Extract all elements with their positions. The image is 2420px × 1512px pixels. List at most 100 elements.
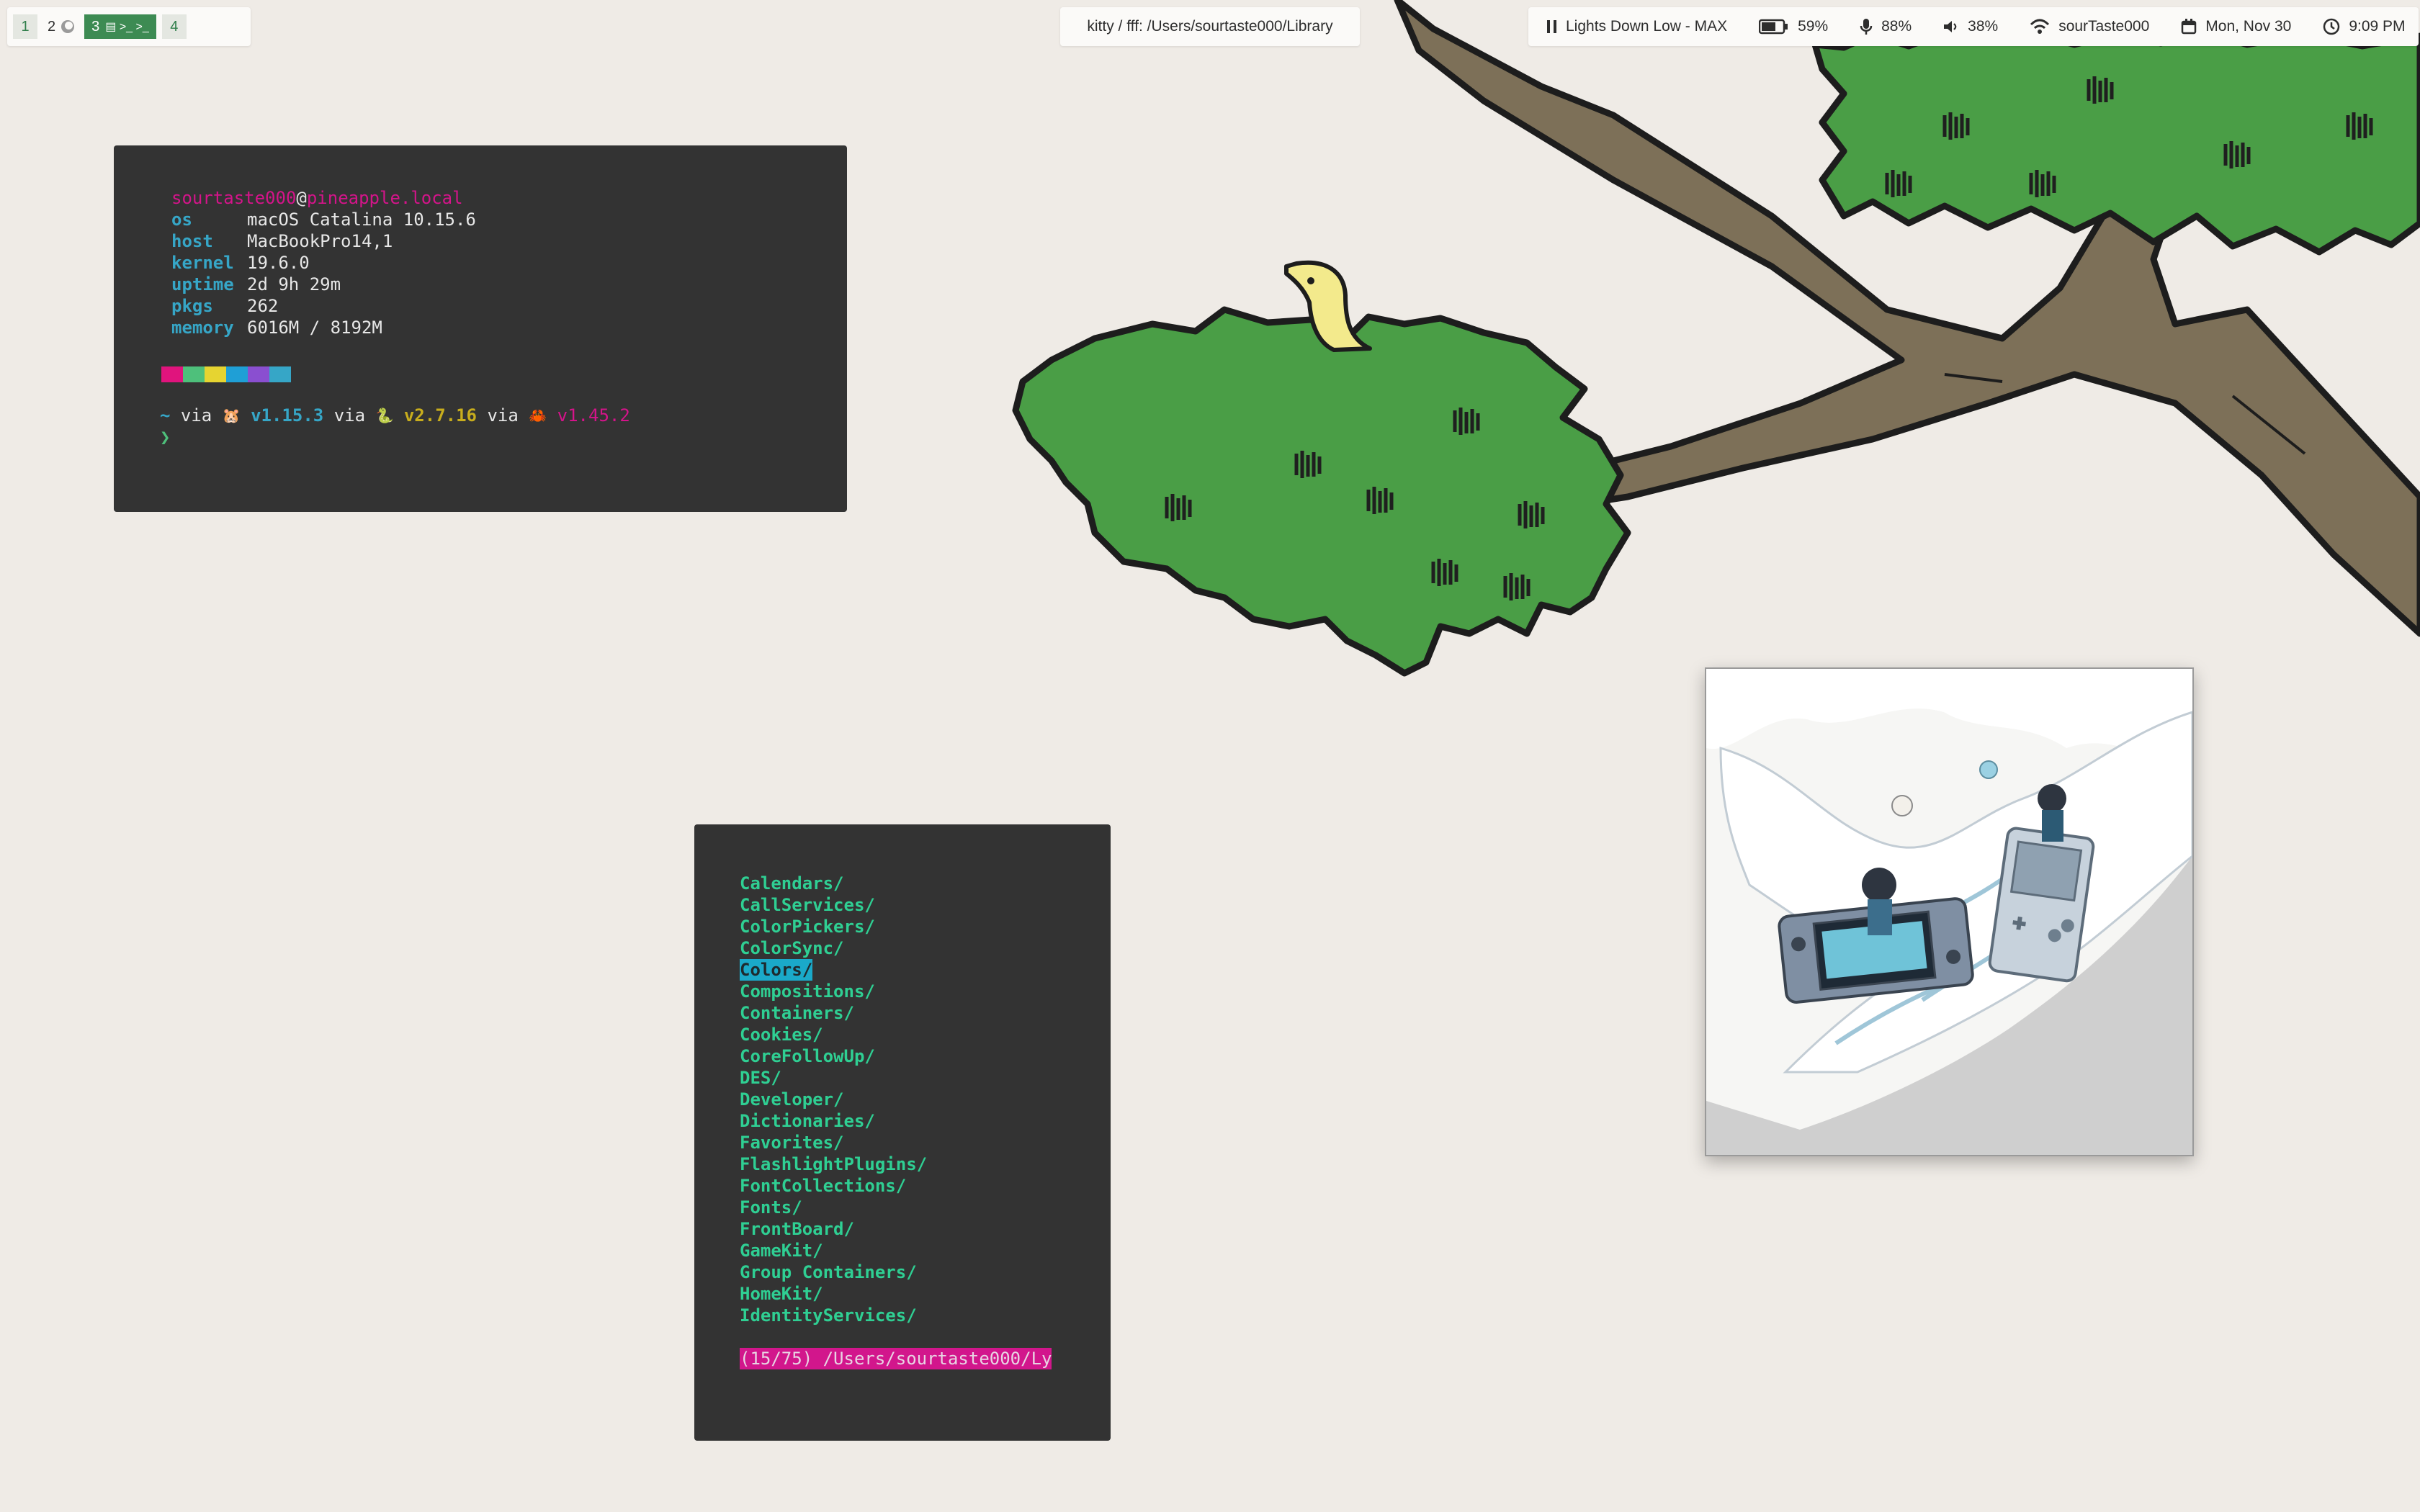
directory-list: Calendars/ CallServices/ ColorPickers/ C… [740, 873, 1052, 1369]
speaker-icon [1944, 21, 1957, 32]
list-item[interactable]: FontCollections/ [740, 1175, 1052, 1197]
workspace-1[interactable]: 1 [13, 14, 37, 39]
list-item[interactable]: CallServices/ [740, 894, 1052, 916]
fetch-value: MacBookPro14,1 [247, 231, 393, 251]
clock-icon [2323, 18, 2340, 35]
list-item[interactable]: Compositions/ [740, 981, 1052, 1002]
image-viewer-window[interactable] [1705, 667, 2194, 1156]
list-item[interactable]: Group Containers/ [740, 1261, 1052, 1283]
fetch-row: os macOS Catalina 10.15.6 [171, 209, 476, 230]
volume-value: 38% [1968, 18, 1999, 35]
list-item[interactable]: DES/ [740, 1067, 1052, 1089]
directory-entry: CallServices/ [740, 895, 875, 915]
palette-swatch [226, 366, 248, 382]
fetch-key: pkgs [171, 296, 213, 316]
list-item[interactable]: Containers/ [740, 1002, 1052, 1024]
battery-status[interactable]: 59% [1759, 18, 1828, 35]
palette-swatch [161, 366, 183, 382]
color-palette [161, 366, 291, 382]
wifi-icon [2030, 19, 2050, 34]
palette-swatch [205, 366, 226, 382]
wifi-status[interactable]: sourTaste000 [2030, 18, 2149, 35]
moon-icon [61, 20, 75, 33]
directory-entry: Cookies/ [740, 1025, 823, 1045]
fetch-row: memory 6016M / 8192M [171, 317, 476, 338]
calendar-icon [2182, 19, 2197, 35]
directory-entry: Containers/ [740, 1003, 854, 1023]
music-status[interactable]: Lights Down Low - MAX [1547, 18, 1727, 35]
fff-status-line: (15/75) /Users/sourtaste000/Ly [740, 1348, 1052, 1369]
directory-entry: FlashlightPlugins/ [740, 1154, 928, 1174]
list-item[interactable]: FrontBoard/ [740, 1218, 1052, 1240]
list-item[interactable]: Calendars/ [740, 873, 1052, 894]
go-version: v1.15.3 [251, 405, 324, 426]
directory-entry: CoreFollowUp/ [740, 1046, 875, 1066]
workspace-2-label: 2 [48, 18, 56, 35]
window-title: kitty / fff: /Users/sourtaste000/Library [1087, 18, 1333, 35]
battery-value: 59% [1798, 18, 1829, 35]
list-item[interactable]: FlashlightPlugins/ [740, 1153, 1052, 1175]
directory-entry: Group Containers/ [740, 1262, 917, 1282]
directory-entry: FrontBoard/ [740, 1219, 854, 1239]
hostname: pineapple.local [306, 188, 463, 208]
directory-entry: GameKit/ [740, 1241, 823, 1261]
directory-entry: IdentityServices/ [740, 1305, 917, 1326]
list-item[interactable]: IdentityServices/ [740, 1305, 1052, 1326]
list-item[interactable]: Fonts/ [740, 1197, 1052, 1218]
fetch-value: 2d 9h 29m [247, 274, 341, 294]
list-item[interactable]: HomeKit/ [740, 1283, 1052, 1305]
directory-entry: HomeKit/ [740, 1284, 823, 1304]
list-item-selected[interactable]: Colors/ [740, 959, 1052, 981]
directory-entry: Colors/ [740, 959, 813, 981]
workspace-4[interactable]: 4 [161, 14, 187, 39]
clock-status[interactable]: 9:09 PM [2323, 18, 2406, 35]
list-item[interactable]: ColorPickers/ [740, 916, 1052, 937]
fetch-key: host [171, 231, 213, 251]
fetch-terminal-window[interactable]: sourtaste000 @ pineapple.local os macOS Cat… [114, 145, 847, 512]
fff-file-manager-window[interactable]: Calendars/ CallServices/ ColorPickers/ C… [694, 824, 1111, 1441]
list-item[interactable]: ColorSync/ [740, 937, 1052, 959]
workspace-3[interactable]: 3 ▤ >_ >_ [84, 14, 156, 39]
at-sign: @ [296, 188, 307, 208]
directory-entry: Calendars/ [740, 873, 844, 894]
mic-value: 88% [1881, 18, 1912, 35]
list-item[interactable]: Dictionaries/ [740, 1110, 1052, 1132]
fetch-row: kernel 19.6.0 [171, 252, 476, 274]
rust-version: v1.45.2 [557, 405, 630, 426]
list-item[interactable]: Cookies/ [740, 1024, 1052, 1045]
battery-icon [1759, 19, 1788, 35]
fetch-row: host MacBookPro14,1 [171, 230, 476, 252]
music-title: Lights Down Low - MAX [1566, 18, 1728, 35]
directory-entry: Compositions/ [740, 981, 875, 1002]
anime-artwork [1706, 669, 2192, 1155]
pause-icon [1547, 20, 1556, 33]
list-item[interactable]: GameKit/ [740, 1240, 1052, 1261]
fetch-value: macOS Catalina 10.15.6 [247, 210, 476, 230]
workspace-4-label: 4 [170, 18, 179, 35]
prompt-cursor: ❯ [160, 427, 171, 447]
shell-prompt: ~ via 🐹 v1.15.3 via 🐍 v2.7.16 via 🦀 v1.4… [160, 405, 630, 426]
prompt-line[interactable]: ❯ [160, 426, 630, 448]
directory-entry: ColorSync/ [740, 938, 844, 958]
fetch-value: 6016M / 8192M [247, 318, 382, 338]
fetch-value: 19.6.0 [247, 253, 310, 273]
list-item[interactable]: Developer/ [740, 1089, 1052, 1110]
palette-swatch [183, 366, 205, 382]
python-icon: 🐍 [375, 407, 394, 424]
fetch-value: 262 [247, 296, 279, 316]
volume-status[interactable]: 38% [1943, 18, 1998, 35]
directory-entry: ColorPickers/ [740, 917, 875, 937]
palette-swatch [269, 366, 291, 382]
date-status[interactable]: Mon, Nov 30 [2181, 18, 2291, 35]
list-item[interactable]: CoreFollowUp/ [740, 1045, 1052, 1067]
crab-icon: 🦀 [529, 407, 547, 424]
mic-status[interactable]: 88% [1860, 18, 1912, 35]
window-title-pill: kitty / fff: /Users/sourtaste000/Library [1060, 7, 1360, 46]
prompt-via: via [180, 405, 212, 426]
gopher-icon: 🐹 [222, 407, 241, 424]
workspace-2[interactable]: 2 [43, 14, 79, 39]
workspace-3-app-icons: ▤ >_ >_ [105, 21, 149, 33]
list-item[interactable]: Favorites/ [740, 1132, 1052, 1153]
fetch-key: uptime [171, 274, 234, 294]
